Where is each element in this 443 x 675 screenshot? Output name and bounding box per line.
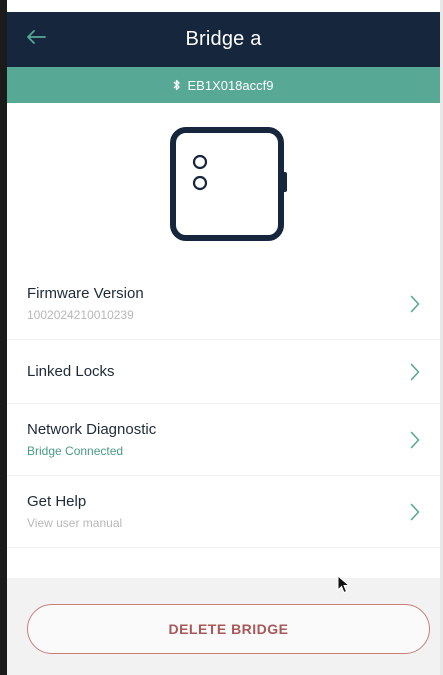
chevron-right-icon xyxy=(410,295,420,313)
chevron-right-icon xyxy=(410,363,420,381)
chevron-right-icon xyxy=(410,431,420,449)
device-illustration xyxy=(0,120,443,245)
get-help-row[interactable]: Get Help View user manual xyxy=(7,476,440,548)
device-id-label: EB1X018accf9 xyxy=(187,77,274,93)
left-gutter xyxy=(0,0,7,675)
header-bar: Bridge a xyxy=(7,12,440,67)
footer-area: DELETE BRIDGE xyxy=(7,578,440,675)
firmware-version-label: Firmware Version xyxy=(27,285,144,302)
firmware-version-value: 1002024210010239 xyxy=(27,308,134,322)
get-help-label: Get Help xyxy=(27,493,87,510)
mouse-cursor-icon xyxy=(337,574,351,600)
page-title: Bridge a xyxy=(185,28,262,50)
back-button[interactable] xyxy=(21,24,51,54)
user-manual-link-text: View user manual xyxy=(27,516,123,530)
network-diagnostic-label: Network Diagnostic xyxy=(27,421,157,438)
linked-locks-row[interactable]: Linked Locks xyxy=(7,340,440,404)
firmware-version-row[interactable]: Firmware Version 1002024210010239 xyxy=(7,268,440,340)
settings-list: Firmware Version 1002024210010239 Linked… xyxy=(7,268,440,548)
linked-locks-label: Linked Locks xyxy=(27,363,115,380)
bluetooth-status-bar: EB1X018accf9 xyxy=(7,67,440,103)
connection-status: Bridge Connected xyxy=(27,444,124,458)
arrow-left-icon xyxy=(25,29,47,50)
bridge-settings-screen: Bridge a EB1X018accf9 Firmware Version 1… xyxy=(0,0,443,675)
bridge-device-icon xyxy=(168,126,290,247)
chevron-right-icon xyxy=(410,503,420,521)
network-diagnostic-row[interactable]: Network Diagnostic Bridge Connected xyxy=(7,404,440,476)
delete-bridge-button[interactable]: DELETE BRIDGE xyxy=(27,604,430,654)
bluetooth-icon xyxy=(173,79,181,91)
